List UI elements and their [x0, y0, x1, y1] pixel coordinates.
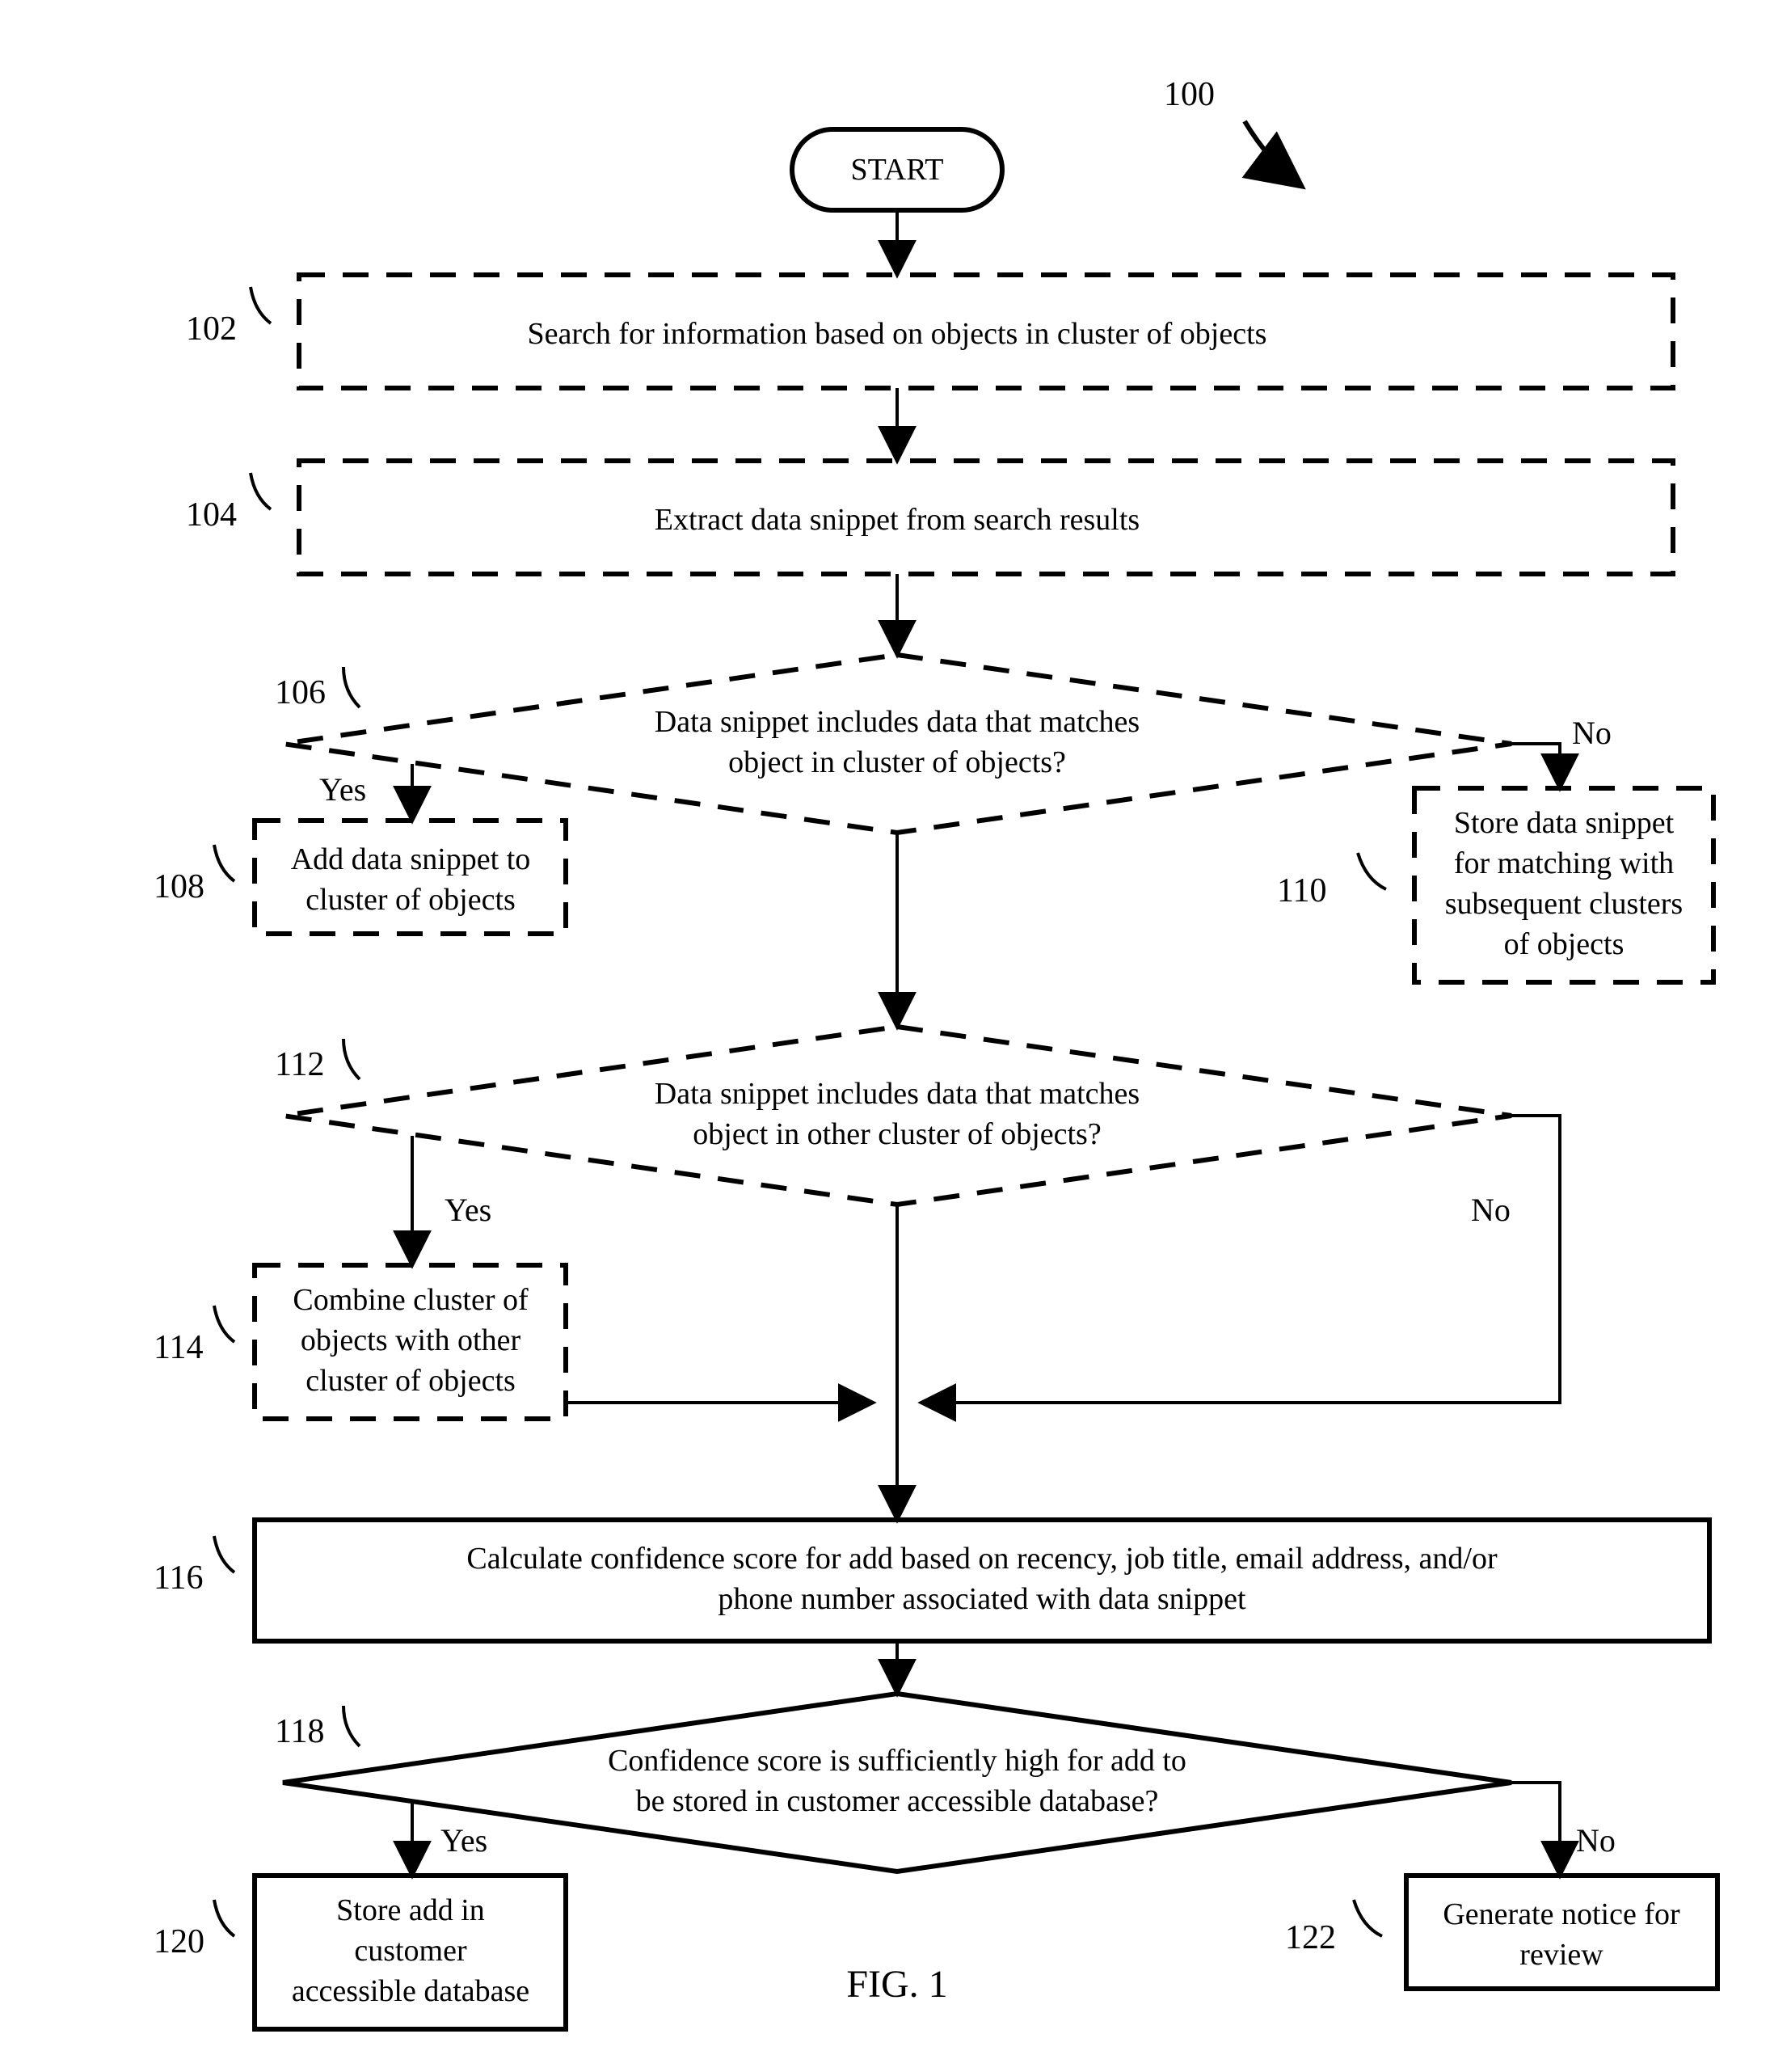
yes-106: Yes [319, 771, 366, 808]
dec-106-l1: Data snippet includes data that matches [655, 705, 1140, 739]
ref-120: 120 [154, 1923, 204, 1960]
no-106: No [1572, 715, 1612, 751]
dec-118-l1: Confidence score is sufficiently high fo… [608, 1744, 1186, 1778]
decision-106 [283, 655, 1511, 833]
step-110-l1: Store data snippet [1454, 806, 1675, 840]
dec-106-l2: object in cluster of objects? [728, 745, 1066, 779]
ref-116: 116 [154, 1559, 203, 1597]
step-116-l1: Calculate confidence score for add based… [466, 1542, 1498, 1576]
step-108-box [255, 821, 566, 934]
yes-112: Yes [445, 1192, 491, 1228]
dec-112-l2: object in other cluster of objects? [693, 1117, 1101, 1151]
no-112: No [1471, 1192, 1511, 1228]
dec-118-l2: be stored in customer accessible databas… [636, 1784, 1159, 1818]
step-114-l3: cluster of objects [306, 1364, 516, 1398]
decision-112 [283, 1027, 1511, 1205]
step-104-text: Extract data snippet from search results [655, 503, 1140, 537]
step-108-l2: cluster of objects [306, 883, 516, 917]
ref-118: 118 [275, 1713, 324, 1750]
step-110-l2: for matching with [1454, 846, 1674, 880]
step-120-l2: customer [354, 1934, 467, 1968]
step-122-l1: Generate notice for [1443, 1897, 1680, 1931]
ref-102: 102 [186, 310, 237, 348]
ref-104: 104 [186, 496, 237, 534]
ref-122: 122 [1285, 1919, 1336, 1956]
step-116-l2: phone number associated with data snippe… [718, 1582, 1246, 1616]
step-110-l3: subsequent clusters [1445, 887, 1683, 921]
ref-114: 114 [154, 1329, 203, 1366]
step-116-box [255, 1520, 1709, 1641]
dec-112-l1: Data snippet includes data that matches [655, 1077, 1140, 1111]
step-120-l1: Store add in [336, 1893, 485, 1927]
step-108-l1: Add data snippet to [291, 842, 531, 876]
step-114-l2: objects with other [301, 1323, 521, 1357]
start-label: START [850, 153, 943, 187]
ref-110: 110 [1277, 872, 1326, 909]
no-118: No [1576, 1822, 1616, 1859]
step-120-l3: accessible database [292, 1974, 529, 2008]
step-122-l2: review [1519, 1938, 1603, 1972]
ref-106: 106 [275, 674, 326, 711]
ref-108: 108 [154, 868, 204, 905]
yes-118: Yes [440, 1822, 487, 1859]
step-102-text: Search for information based on objects … [528, 317, 1267, 351]
step-110-l4: of objects [1504, 927, 1625, 961]
figure-label: FIG. 1 [846, 1963, 947, 2006]
ref-100: 100 [1164, 76, 1215, 113]
step-122-box [1406, 1876, 1717, 1989]
step-114-l1: Combine cluster of [293, 1283, 529, 1317]
ref-112: 112 [275, 1046, 324, 1083]
flowchart: 100 START Search for information based o… [0, 0, 1791, 2072]
